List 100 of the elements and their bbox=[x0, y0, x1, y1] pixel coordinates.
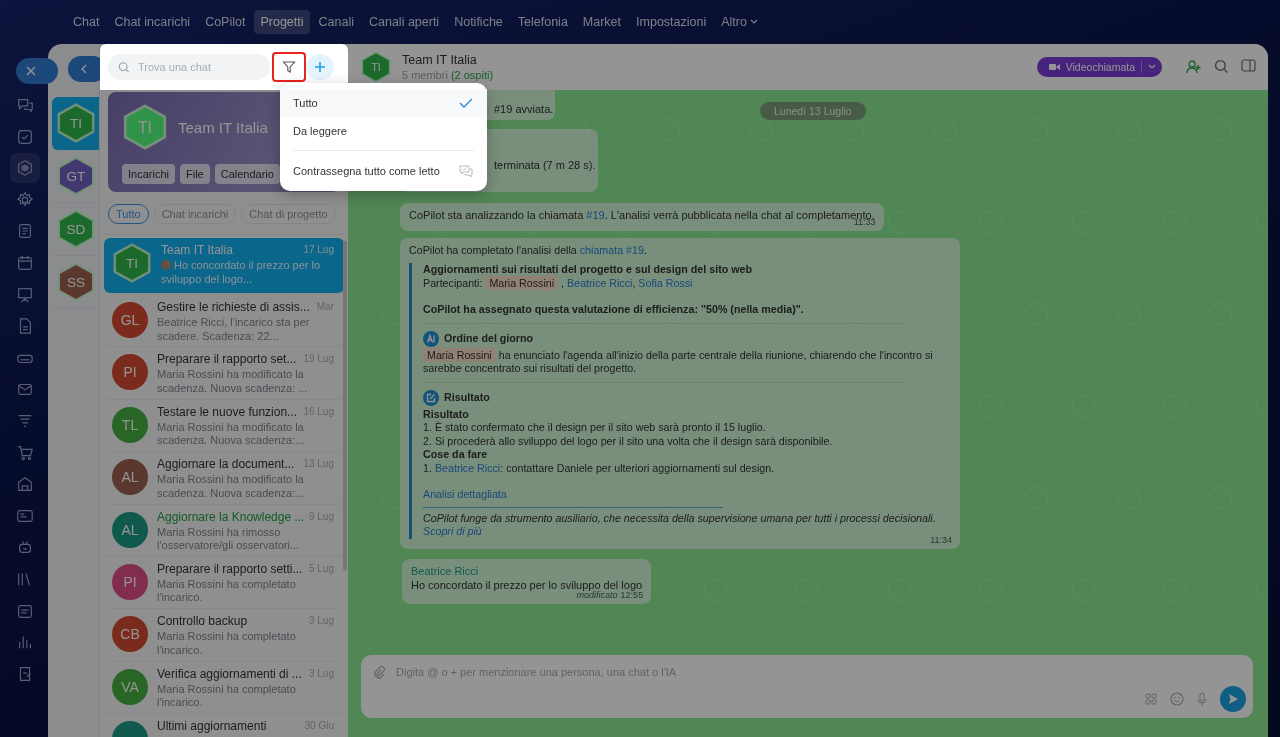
project-avatar: TI bbox=[55, 103, 96, 143]
caret-icon bbox=[749, 19, 758, 25]
date-divider: Lunedì 13 Luglio bbox=[760, 102, 866, 120]
camera-icon bbox=[1048, 63, 1060, 71]
chat-title: Gestire le richieste di assis... bbox=[157, 300, 310, 314]
nav-tab[interactable]: CoPilot bbox=[199, 10, 252, 34]
project-tab-button[interactable]: File bbox=[179, 164, 210, 184]
search-input[interactable]: Trova una chat bbox=[136, 60, 260, 74]
chat-title: Testare le nuove funzion... bbox=[157, 404, 298, 419]
chat-avatar: AL bbox=[112, 459, 148, 496]
link[interactable]: Scopri di più bbox=[423, 525, 482, 537]
chat-avatar: CB bbox=[112, 616, 148, 653]
chat-date: 17 Lug bbox=[303, 243, 334, 257]
nav-tab[interactable]: Canali bbox=[312, 10, 360, 34]
nav-tab[interactable]: Impostazioni bbox=[630, 10, 713, 34]
project-avatar: SD bbox=[55, 209, 96, 249]
search-field[interactable]: Trova una chat bbox=[108, 54, 270, 80]
project-tab-button[interactable]: Incarichi bbox=[122, 164, 175, 184]
hexagon-icon bbox=[16, 159, 34, 178]
chat-title: Verifica aggiornamenti di ... bbox=[157, 666, 302, 681]
plus-icon bbox=[314, 61, 326, 73]
author-name[interactable]: Beatrice Ricci bbox=[411, 564, 643, 578]
ai-icon bbox=[423, 330, 439, 347]
chat-preview: Maria Rossini ha completato l'incarico. bbox=[157, 577, 297, 605]
section-text: 1. È stato confermato che il design per il sito web sarà pronto il 15 luglio. bbox=[423, 421, 767, 435]
guests-link[interactable]: (2 ospiti) bbox=[450, 69, 494, 81]
project-avatar: GT bbox=[55, 156, 96, 196]
sidebar-icon[interactable] bbox=[1241, 59, 1256, 72]
filter-icon bbox=[282, 60, 296, 74]
send-icon bbox=[1227, 693, 1239, 705]
message-text: CoPilot ha completato l'analisi della chiamata #19. bbox=[409, 243, 648, 257]
message-time: 12:55 bbox=[620, 590, 644, 602]
chat-title: Aggiornare la document... bbox=[157, 457, 295, 472]
search-icon[interactable] bbox=[1214, 59, 1229, 74]
link[interactable]: Sofia Rossi bbox=[638, 276, 693, 289]
chat-avatar: TI bbox=[360, 51, 392, 83]
chat-title: Preparare il rapporto setti... bbox=[157, 561, 303, 576]
add-user-icon[interactable] bbox=[1186, 59, 1202, 75]
chat-title: Team IT Italia bbox=[161, 243, 233, 257]
check-icon bbox=[459, 98, 473, 108]
video-call-button[interactable]: Videochiamata bbox=[1036, 57, 1162, 77]
nav-tab[interactable]: Chat bbox=[67, 10, 106, 34]
presentation-icon bbox=[16, 285, 34, 304]
menu-option[interactable]: Da leggere bbox=[280, 117, 487, 145]
checkbox-icon bbox=[16, 127, 34, 146]
rating-text: CoPilot ha assegnato questa valutazione di efficienza: "50% (nella media)". bbox=[423, 303, 805, 317]
scrollbar[interactable] bbox=[343, 241, 347, 571]
menu-option[interactable]: Contrassegna tutto come letto bbox=[280, 157, 487, 185]
disclaimer-text: CoPilot funge da strumento ausiliario, che necessita della supervisione umana per tutti i processi decisionali. bbox=[423, 511, 937, 525]
close-button[interactable] bbox=[16, 58, 58, 84]
emoji-icon[interactable] bbox=[1170, 692, 1184, 706]
summary-title: Aggiornamenti sui risultati del progetto e sul design del sito web bbox=[423, 263, 753, 277]
link[interactable]: #19 bbox=[586, 209, 605, 221]
nav-tab[interactable]: Chat incarichi bbox=[108, 10, 197, 34]
edited-label: modificato bbox=[576, 590, 618, 602]
chat-avatar: TI bbox=[112, 243, 152, 283]
link[interactable]: chiamata #19 bbox=[579, 243, 644, 256]
project-item[interactable]: GT bbox=[52, 150, 99, 203]
menu-option[interactable]: Tutto bbox=[280, 89, 487, 117]
send-button[interactable] bbox=[1220, 686, 1246, 712]
chat-title: Preparare il rapporto set... bbox=[157, 352, 297, 367]
message-text: Ho concordato il prezzo per lo sviluppo del logo bbox=[411, 579, 643, 591]
chat-preview: Ho concordato il prezzo per lo sviluppo del logo... bbox=[161, 259, 322, 286]
chat-preview: Maria Rossini ha rimosso l'osservatore/gli osservatori... bbox=[157, 525, 301, 553]
close-icon bbox=[26, 66, 36, 76]
project-avatar: TI bbox=[122, 104, 168, 150]
paperclip-icon bbox=[373, 665, 386, 679]
participants-line: Partecipanti: Maria Rossini , Beatrice Ricci, Sofia Rossi bbox=[423, 276, 694, 290]
nav-tab[interactable]: Notifiche bbox=[448, 10, 509, 34]
section-heading: Ordine del giorno bbox=[444, 331, 534, 346]
section-text: 1. Beatrice Ricci: contattare Daniele per ulteriori aggiornamenti sul design. bbox=[423, 461, 776, 475]
project-title: Team IT Italia bbox=[178, 118, 268, 136]
chat-title: Ultimi aggiornamenti bbox=[157, 719, 267, 734]
section-heading: Risultato bbox=[444, 390, 490, 405]
filter-button[interactable] bbox=[272, 52, 306, 82]
microphone-icon[interactable] bbox=[1197, 691, 1207, 707]
chat-avatar: PI bbox=[112, 563, 148, 600]
subheading: Cose da fare bbox=[423, 448, 489, 462]
caret-icon bbox=[1148, 64, 1156, 70]
add-button[interactable] bbox=[306, 54, 334, 80]
chat-preview: Maria Rossini ha completato l'incarico. bbox=[157, 682, 297, 710]
chats-icon bbox=[16, 96, 34, 114]
chat-title: Controllo backup bbox=[157, 614, 248, 629]
nav-tab[interactable]: Telefonia bbox=[511, 10, 574, 34]
link[interactable]: Analisi dettagliata bbox=[423, 488, 507, 500]
chat-preview: Maria Rossini ha modificato la scadenza. Nuova scadenza:... bbox=[157, 420, 306, 448]
apps-icon[interactable] bbox=[1145, 693, 1157, 705]
nav-tab[interactable]: Altro bbox=[715, 10, 764, 34]
nav-tab[interactable]: Market bbox=[576, 10, 628, 34]
project-tab-button[interactable]: Calendario bbox=[214, 164, 280, 184]
document-icon bbox=[16, 222, 34, 241]
project-item[interactable]: SS bbox=[52, 256, 99, 309]
chat-preview: Maria Rossini ha modificato la scadenza. Nuova scadenza: ... bbox=[157, 368, 309, 396]
nav-tab[interactable]: Canali aperti bbox=[362, 10, 446, 34]
message-text: CoPilot sta analizzando la chiamata #19. L'analisi verrà pubblicata nella chat al completamento. bbox=[409, 209, 875, 221]
subheading: Risultato bbox=[423, 407, 470, 421]
read-chat-icon bbox=[459, 164, 473, 178]
message-time: 11:34 bbox=[930, 534, 952, 547]
chat-avatar: TL bbox=[112, 406, 148, 443]
project-avatar: SS bbox=[55, 262, 96, 302]
